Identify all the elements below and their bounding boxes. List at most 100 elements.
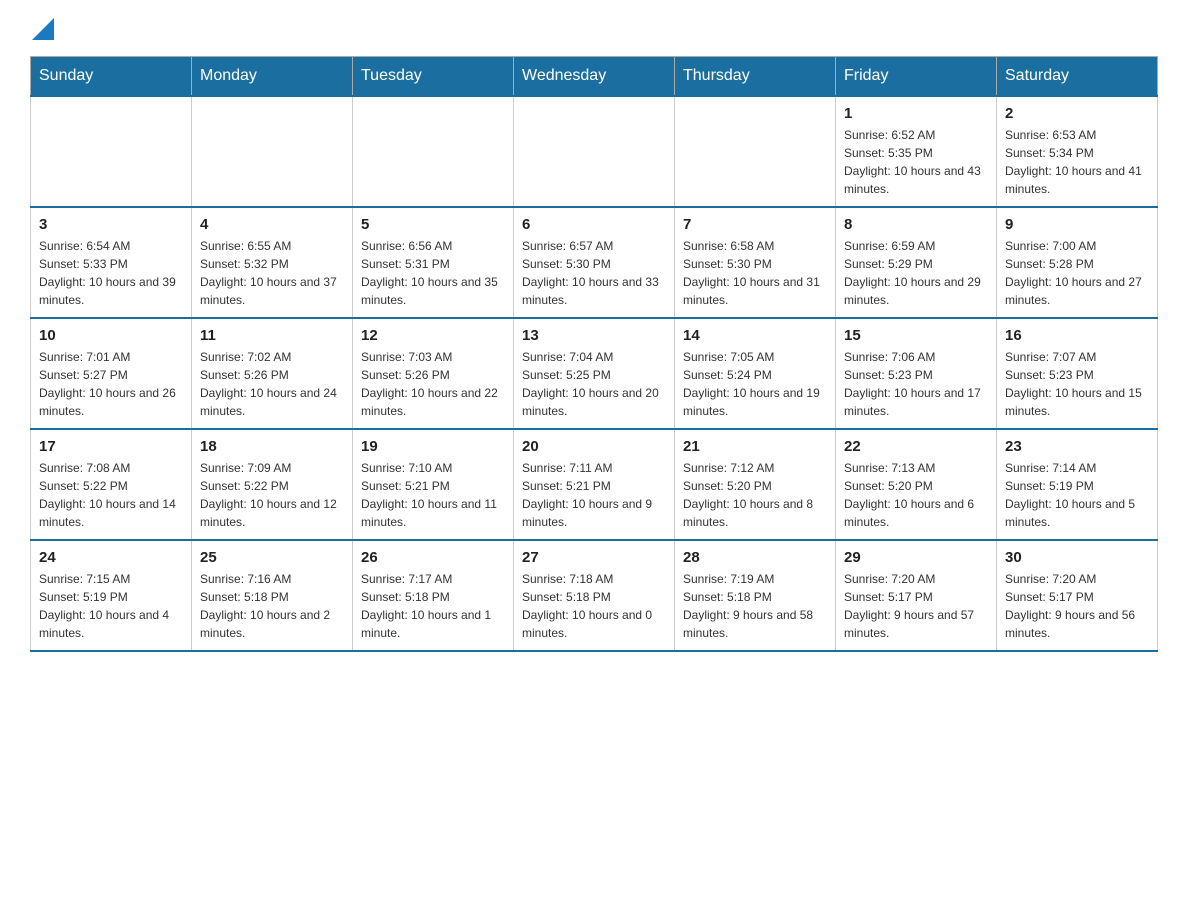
calendar-table: SundayMondayTuesdayWednesdayThursdayFrid…	[30, 56, 1158, 652]
weekday-header-tuesday: Tuesday	[353, 57, 514, 97]
calendar-cell: 30 Sunrise: 7:20 AM Sunset: 5:17 PM Dayli…	[997, 540, 1158, 651]
weekday-header-sunday: Sunday	[31, 57, 192, 97]
calendar-cell	[353, 96, 514, 207]
day-number: 2	[1005, 105, 1149, 122]
calendar-cell: 14 Sunrise: 7:05 AM Sunset: 5:24 PM Dayli…	[675, 318, 836, 429]
day-number: 7	[683, 216, 827, 233]
calendar-cell: 11 Sunrise: 7:02 AM Sunset: 5:26 PM Dayli…	[192, 318, 353, 429]
calendar-cell: 28 Sunrise: 7:19 AM Sunset: 5:18 PM Dayli…	[675, 540, 836, 651]
day-number: 26	[361, 549, 505, 566]
calendar-cell	[675, 96, 836, 207]
day-number: 24	[39, 549, 183, 566]
day-info: Sunrise: 7:17 AM Sunset: 5:18 PM Dayligh…	[361, 570, 505, 642]
calendar-cell: 8 Sunrise: 6:59 AM Sunset: 5:29 PM Daylig…	[836, 207, 997, 318]
calendar-week-2: 3 Sunrise: 6:54 AM Sunset: 5:33 PM Daylig…	[31, 207, 1158, 318]
weekday-header-monday: Monday	[192, 57, 353, 97]
calendar-week-1: 1 Sunrise: 6:52 AM Sunset: 5:35 PM Daylig…	[31, 96, 1158, 207]
calendar-cell: 22 Sunrise: 7:13 AM Sunset: 5:20 PM Dayli…	[836, 429, 997, 540]
day-info: Sunrise: 7:02 AM Sunset: 5:26 PM Dayligh…	[200, 348, 344, 420]
calendar-cell: 20Sunrise: 7:11 AM Sunset: 5:21 PM Dayli…	[514, 429, 675, 540]
day-number: 8	[844, 216, 988, 233]
calendar-cell: 9 Sunrise: 7:00 AM Sunset: 5:28 PM Daylig…	[997, 207, 1158, 318]
day-number: 22	[844, 438, 988, 455]
day-number: 4	[200, 216, 344, 233]
calendar-cell: 18 Sunrise: 7:09 AM Sunset: 5:22 PM Dayli…	[192, 429, 353, 540]
day-number: 9	[1005, 216, 1149, 233]
calendar-cell: 12 Sunrise: 7:03 AM Sunset: 5:26 PM Dayli…	[353, 318, 514, 429]
day-info: Sunrise: 6:58 AM Sunset: 5:30 PM Dayligh…	[683, 237, 827, 309]
day-info: Sunrise: 7:16 AM Sunset: 5:18 PM Dayligh…	[200, 570, 344, 642]
day-number: 11	[200, 327, 344, 344]
calendar-cell: 15Sunrise: 7:06 AM Sunset: 5:23 PM Dayli…	[836, 318, 997, 429]
calendar-cell: 1 Sunrise: 6:52 AM Sunset: 5:35 PM Daylig…	[836, 96, 997, 207]
day-info: Sunrise: 6:53 AM Sunset: 5:34 PM Dayligh…	[1005, 126, 1149, 198]
calendar-cell: 13Sunrise: 7:04 AM Sunset: 5:25 PM Dayli…	[514, 318, 675, 429]
calendar-body: 1 Sunrise: 6:52 AM Sunset: 5:35 PM Daylig…	[31, 96, 1158, 651]
calendar-cell: 17 Sunrise: 7:08 AM Sunset: 5:22 PM Dayli…	[31, 429, 192, 540]
calendar-cell: 10 Sunrise: 7:01 AM Sunset: 5:27 PM Dayli…	[31, 318, 192, 429]
calendar-cell	[192, 96, 353, 207]
day-info: Sunrise: 7:14 AM Sunset: 5:19 PM Dayligh…	[1005, 459, 1149, 531]
day-info: Sunrise: 6:55 AM Sunset: 5:32 PM Dayligh…	[200, 237, 344, 309]
day-number: 10	[39, 327, 183, 344]
day-number: 1	[844, 105, 988, 122]
calendar-cell: 16 Sunrise: 7:07 AM Sunset: 5:23 PM Dayli…	[997, 318, 1158, 429]
day-number: 5	[361, 216, 505, 233]
weekday-header-wednesday: Wednesday	[514, 57, 675, 97]
day-number: 29	[844, 549, 988, 566]
day-number: 16	[1005, 327, 1149, 344]
day-number: 12	[361, 327, 505, 344]
calendar-week-5: 24 Sunrise: 7:15 AM Sunset: 5:19 PM Dayli…	[31, 540, 1158, 651]
calendar-cell: 3 Sunrise: 6:54 AM Sunset: 5:33 PM Daylig…	[31, 207, 192, 318]
day-number: 28	[683, 549, 827, 566]
day-info: Sunrise: 7:09 AM Sunset: 5:22 PM Dayligh…	[200, 459, 344, 531]
day-info: Sunrise: 7:01 AM Sunset: 5:27 PM Dayligh…	[39, 348, 183, 420]
calendar-week-4: 17 Sunrise: 7:08 AM Sunset: 5:22 PM Dayli…	[31, 429, 1158, 540]
calendar-cell: 23 Sunrise: 7:14 AM Sunset: 5:19 PM Dayli…	[997, 429, 1158, 540]
logo-triangle-icon	[32, 18, 54, 40]
calendar-cell: 19Sunrise: 7:10 AM Sunset: 5:21 PM Dayli…	[353, 429, 514, 540]
day-number: 17	[39, 438, 183, 455]
day-info: Sunrise: 7:18 AM Sunset: 5:18 PM Dayligh…	[522, 570, 666, 642]
weekday-header-friday: Friday	[836, 57, 997, 97]
day-info: Sunrise: 7:10 AM Sunset: 5:21 PM Dayligh…	[361, 459, 505, 531]
weekday-header-row: SundayMondayTuesdayWednesdayThursdayFrid…	[31, 57, 1158, 97]
day-info: Sunrise: 7:05 AM Sunset: 5:24 PM Dayligh…	[683, 348, 827, 420]
calendar-cell	[31, 96, 192, 207]
day-number: 3	[39, 216, 183, 233]
calendar-cell: 6Sunrise: 6:57 AM Sunset: 5:30 PM Daylig…	[514, 207, 675, 318]
day-info: Sunrise: 7:04 AM Sunset: 5:25 PM Dayligh…	[522, 348, 666, 420]
calendar-cell: 21Sunrise: 7:12 AM Sunset: 5:20 PM Dayli…	[675, 429, 836, 540]
day-number: 18	[200, 438, 344, 455]
day-info: Sunrise: 6:56 AM Sunset: 5:31 PM Dayligh…	[361, 237, 505, 309]
day-number: 14	[683, 327, 827, 344]
calendar-cell: 7 Sunrise: 6:58 AM Sunset: 5:30 PM Daylig…	[675, 207, 836, 318]
day-info: Sunrise: 7:19 AM Sunset: 5:18 PM Dayligh…	[683, 570, 827, 642]
day-info: Sunrise: 7:13 AM Sunset: 5:20 PM Dayligh…	[844, 459, 988, 531]
day-info: Sunrise: 7:08 AM Sunset: 5:22 PM Dayligh…	[39, 459, 183, 531]
calendar-week-3: 10 Sunrise: 7:01 AM Sunset: 5:27 PM Dayli…	[31, 318, 1158, 429]
calendar-cell: 27Sunrise: 7:18 AM Sunset: 5:18 PM Dayli…	[514, 540, 675, 651]
day-number: 25	[200, 549, 344, 566]
day-number: 30	[1005, 549, 1149, 566]
day-info: Sunrise: 7:00 AM Sunset: 5:28 PM Dayligh…	[1005, 237, 1149, 309]
day-info: Sunrise: 6:57 AM Sunset: 5:30 PM Dayligh…	[522, 237, 666, 309]
calendar-cell: 5 Sunrise: 6:56 AM Sunset: 5:31 PM Daylig…	[353, 207, 514, 318]
day-info: Sunrise: 7:20 AM Sunset: 5:17 PM Dayligh…	[1005, 570, 1149, 642]
day-info: Sunrise: 7:03 AM Sunset: 5:26 PM Dayligh…	[361, 348, 505, 420]
day-number: 23	[1005, 438, 1149, 455]
calendar-cell: 2 Sunrise: 6:53 AM Sunset: 5:34 PM Daylig…	[997, 96, 1158, 207]
day-info: Sunrise: 7:20 AM Sunset: 5:17 PM Dayligh…	[844, 570, 988, 642]
weekday-header-thursday: Thursday	[675, 57, 836, 97]
day-info: Sunrise: 6:52 AM Sunset: 5:35 PM Dayligh…	[844, 126, 988, 198]
day-info: Sunrise: 7:06 AM Sunset: 5:23 PM Dayligh…	[844, 348, 988, 420]
day-info: Sunrise: 7:15 AM Sunset: 5:19 PM Dayligh…	[39, 570, 183, 642]
day-info: Sunrise: 6:59 AM Sunset: 5:29 PM Dayligh…	[844, 237, 988, 309]
day-info: Sunrise: 7:11 AM Sunset: 5:21 PM Dayligh…	[522, 459, 666, 531]
calendar-cell: 25 Sunrise: 7:16 AM Sunset: 5:18 PM Dayli…	[192, 540, 353, 651]
calendar-cell: 29 Sunrise: 7:20 AM Sunset: 5:17 PM Dayli…	[836, 540, 997, 651]
calendar-cell	[514, 96, 675, 207]
day-info: Sunrise: 6:54 AM Sunset: 5:33 PM Dayligh…	[39, 237, 183, 309]
page-header	[30, 20, 1158, 36]
day-info: Sunrise: 7:07 AM Sunset: 5:23 PM Dayligh…	[1005, 348, 1149, 420]
